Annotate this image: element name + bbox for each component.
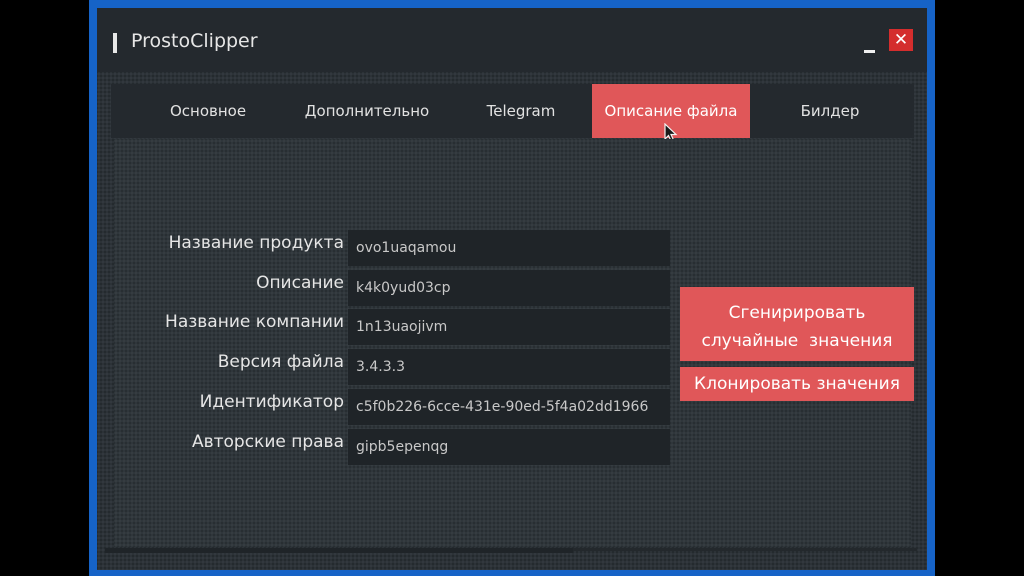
generate-random-button[interactable]: Сгенирировать случайные значения [680,287,914,361]
title-bar[interactable]: ProstoClipper ✕ [97,8,927,72]
tab-main[interactable]: Основное [128,84,288,138]
copyright-input[interactable]: gipb5epenqg [348,429,670,465]
clone-values-button[interactable]: Клонировать значения [680,367,914,401]
title-accent-bar [113,33,117,53]
minimize-icon[interactable] [864,50,875,53]
close-icon[interactable]: ✕ [889,29,913,51]
product-name-label: Название продукта [168,233,344,253]
identifier-label: Идентификатор [199,392,344,412]
identifier-input[interactable]: c5f0b226-6cce-431e-90ed-5f4a02dd1966 [348,389,670,425]
description-input[interactable]: k4k0yud03cp [348,270,670,306]
generate-button-line1: Сгенирировать [728,303,866,323]
copyright-label: Авторские права [191,432,344,452]
tab-bar: Основное Дополнительно Telegram Описание… [111,84,914,138]
file-version-label: Версия файла [217,352,344,372]
window-title: ProstoClipper [131,30,258,52]
tab-telegram[interactable]: Telegram [446,84,596,138]
tab-builder[interactable]: Билдер [750,84,910,138]
company-name-label: Название компании [165,312,344,332]
company-name-input[interactable]: 1n13uaojivm [348,309,670,345]
file-description-panel: Название продукта ovo1uaqamou Описание k… [114,139,914,547]
description-label: Описание [256,273,344,293]
file-version-input[interactable]: 3.4.3.3 [348,349,670,385]
product-name-input[interactable]: ovo1uaqamou [348,230,670,266]
bottom-scrollbar[interactable] [105,548,573,553]
generate-button-line2: случайные значения [701,331,893,351]
app-window: ProstoClipper ✕ Основное Дополнительно T… [97,8,927,570]
tab-advanced[interactable]: Дополнительно [288,84,446,138]
